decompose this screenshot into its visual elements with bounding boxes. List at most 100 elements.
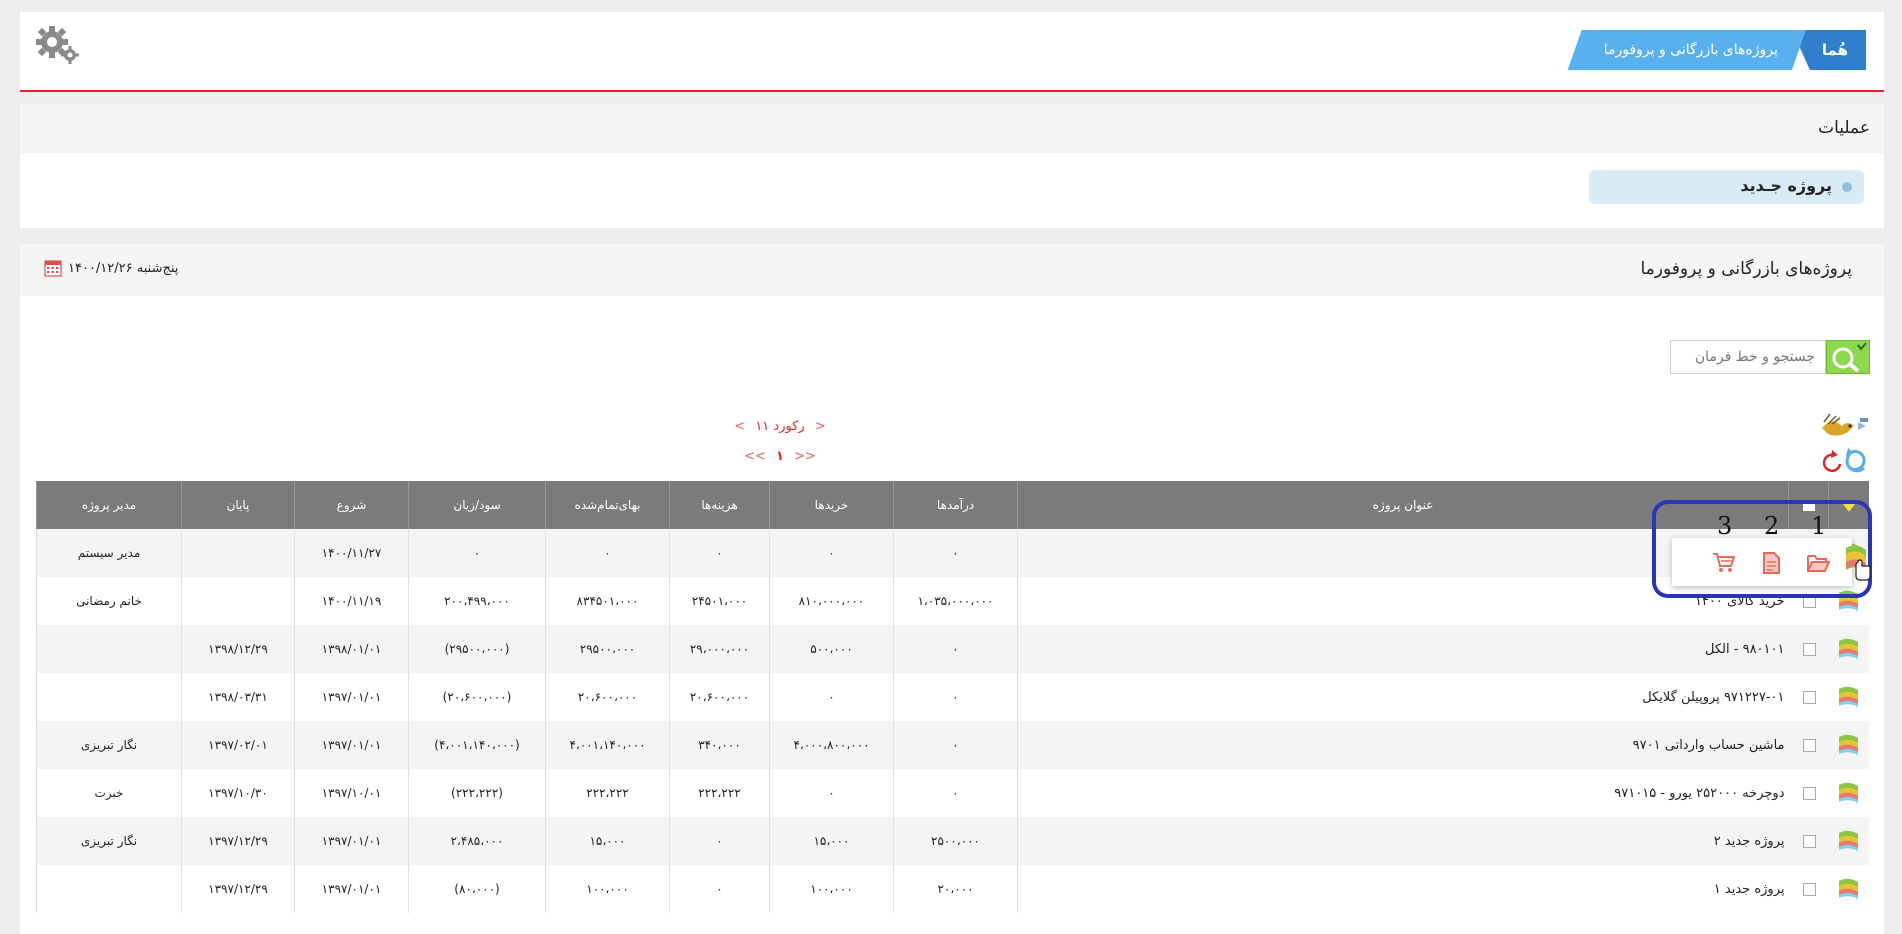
column-header-cost[interactable]: بهای‌تمام‌شده [545, 481, 670, 529]
row-checkbox[interactable] [1803, 643, 1816, 656]
projects-panel-header: پروژه‌های بازرگانی و پروفورما پنج‌شنبه ۱… [20, 244, 1884, 296]
cell-cost: ۲۹۵۰۰،۰۰۰ [545, 625, 670, 673]
cell-cost: ۱۵،۰۰۰ [545, 817, 670, 865]
row-icon-cell[interactable] [1828, 625, 1869, 673]
table-row[interactable]: ۹۸۰۱۰۱ - الکل ۰ ۵۰۰،۰۰۰ ۲۹،۰۰۰،۰۰۰ ۲۹۵۰۰،۰۰۰… [36, 625, 1869, 673]
cell-profit: ۲،۴۸۵،۰۰۰ [408, 817, 546, 865]
project-layers-icon[interactable] [1836, 732, 1862, 758]
pager-first[interactable]: << [744, 449, 766, 464]
pagination: < ۱۱ رکورد > << ۱ >> [720, 412, 840, 472]
new-project-button[interactable]: پروژه جـدید [1589, 170, 1864, 204]
row-icon-cell[interactable] [1828, 721, 1869, 769]
settings-gear-icon[interactable] [34, 24, 80, 64]
cell-expenses: ۰ [669, 865, 770, 913]
cell-purchases: ۸۱۰،۰۰۰،۰۰۰ [769, 577, 894, 625]
project-layers-icon[interactable] [1836, 684, 1862, 710]
search-bar [1670, 340, 1870, 374]
cell-cost: ۰ [545, 529, 670, 577]
row-icon-cell[interactable] [1828, 769, 1869, 817]
row-checkbox[interactable] [1803, 739, 1816, 752]
refresh-icon[interactable] [1818, 446, 1870, 476]
cell-title: دوچرخه ۲۵۲۰۰۰ یورو - ۹۷۱۰۱۵ [1017, 769, 1789, 817]
row-checkbox-cell[interactable] [1788, 673, 1829, 721]
cart-icon[interactable] [1712, 552, 1736, 574]
column-header-end[interactable]: پایان [181, 481, 295, 529]
cell-manager: نگار تبریزی [36, 817, 182, 865]
search-icon [1832, 342, 1867, 373]
table-row[interactable]: دوچرخه ۲۵۲۰۰۰ یورو - ۹۷۱۰۱۵ ۰ ۰ ۲۲۲،۲۲۲ ۲۲۲،… [36, 769, 1869, 817]
label-number-2: 2 [1764, 512, 1780, 540]
project-layers-icon[interactable] [1836, 828, 1862, 854]
calendar-icon[interactable] [44, 259, 62, 277]
pager-prev[interactable]: < [734, 419, 745, 434]
row-checkbox[interactable] [1803, 883, 1816, 896]
bullet-icon [1842, 182, 1852, 192]
current-page[interactable]: ۱ [776, 449, 784, 464]
row-checkbox-cell[interactable] [1788, 865, 1829, 913]
row-checkbox-cell[interactable] [1788, 817, 1829, 865]
table-row[interactable]: خرید کالای ۱۴۰۰ ۱،۰۳۵،۰۰۰،۰۰۰ ۸۱۰،۰۰۰،۰۰۰ ۲… [36, 577, 1869, 625]
row-checkbox-cell[interactable] [1788, 625, 1829, 673]
table-row[interactable]: پروژه جدید ۱ ۲۰،۰۰۰ ۱۰۰،۰۰۰ ۰ ۱۰۰،۰۰۰ (۸۰،۰۰۰… [36, 865, 1869, 913]
document-icon[interactable] [1759, 552, 1783, 574]
cell-end: ۱۳۹۷/۰۲/۰۱ [181, 721, 295, 769]
cell-profit: (۲۲۲،۲۲۲) [408, 769, 546, 817]
table-row[interactable]: ماشین حساب وارداتی ۹۷۰۱ ۰ ۴،۰۰۰،۸۰۰،۰۰۰ ۳۴۰… [36, 721, 1869, 769]
folder-open-icon[interactable] [1806, 552, 1830, 574]
cell-cost: ۲۰،۶۰۰،۰۰۰ [545, 673, 670, 721]
cell-title: ۹۷۱۲۲۷-۰۱ پروپیلن گلایکل [1017, 673, 1789, 721]
search-button[interactable] [1826, 340, 1870, 374]
column-header-profit[interactable]: سود/زیان [408, 481, 546, 529]
bird-icon[interactable] [1818, 412, 1870, 442]
cell-cost: ۴،۰۰۱،۱۴۰،۰۰۰ [545, 721, 670, 769]
column-header-manager[interactable]: مدیر پروژه [36, 481, 182, 529]
cell-end: ۱۳۹۷/۱۰/۳۰ [181, 769, 295, 817]
pager-next[interactable]: > [815, 419, 826, 434]
cell-profit: (۸۰،۰۰۰) [408, 865, 546, 913]
cell-start: ۱۳۹۷/۰۱/۰۱ [294, 721, 409, 769]
column-header-start[interactable]: شروع [294, 481, 409, 529]
row-checkbox-cell[interactable] [1788, 769, 1829, 817]
table-row[interactable]: پروژه جدید ۲ ۲۵۰۰،۰۰۰ ۱۵،۰۰۰ ۰ ۱۵،۰۰۰ ۲،۴۸۵،۰… [36, 817, 1869, 865]
cell-expenses: ۲۰،۶۰۰،۰۰۰ [669, 673, 770, 721]
cell-start: ۱۳۹۸/۰۱/۰۱ [294, 625, 409, 673]
cell-profit: (۲۹۵۰۰،۰۰۰) [408, 625, 546, 673]
cell-expenses: ۳۴۰،۰۰۰ [669, 721, 770, 769]
row-checkbox[interactable] [1803, 787, 1816, 800]
projects-table: عنوان پروژه درآمدها خریدها هزینه‌ها بهای… [36, 481, 1869, 913]
project-layers-icon[interactable] [1836, 876, 1862, 902]
cell-manager: مدیر سیستم [36, 529, 182, 577]
row-icon-cell[interactable] [1828, 865, 1869, 913]
cell-end: ۱۳۹۸/۰۳/۳۱ [181, 673, 295, 721]
row-checkbox[interactable] [1803, 691, 1816, 704]
cell-expenses: ۰ [669, 817, 770, 865]
cell-start: ۱۳۹۷/۱۰/۰۱ [294, 769, 409, 817]
row-icon-cell[interactable] [1828, 673, 1869, 721]
column-header-purchases[interactable]: خریدها [769, 481, 894, 529]
cell-title: پروژه جدید ۲ [1017, 817, 1789, 865]
date-text: پنج‌شنبه ۱۴۰۰/۱۲/۲۶ [68, 260, 179, 276]
search-input[interactable] [1670, 340, 1826, 374]
cell-cost: ۱۰۰،۰۰۰ [545, 865, 670, 913]
column-header-income[interactable]: درآمدها [893, 481, 1018, 529]
cell-title: پروژه جدید ۱ [1017, 865, 1789, 913]
label-number-3: 3 [1717, 512, 1733, 540]
cell-purchases: ۰ [769, 673, 894, 721]
top-header: هُما پروژه‌های بازرگانی و پروفورما [20, 12, 1884, 92]
cell-income: ۰ [893, 673, 1018, 721]
row-icon-cell[interactable] [1828, 817, 1869, 865]
breadcrumb-current-page[interactable]: پروژه‌های بازرگانی و پروفورما [1568, 30, 1806, 70]
table-row[interactable]: ۰ ۰ ۰ ۰ ۰ ۱۴۰۰/۱۱/۲۷ مدیر سیستم [36, 529, 1869, 577]
row-checkbox[interactable] [1803, 835, 1816, 848]
project-layers-icon[interactable] [1842, 542, 1872, 582]
cell-purchases: ۴،۰۰۰،۸۰۰،۰۰۰ [769, 721, 894, 769]
cell-manager: نگار تبریزی [36, 721, 182, 769]
table-row[interactable]: ۹۷۱۲۲۷-۰۱ پروپیلن گلایکل ۰ ۰ ۲۰،۶۰۰،۰۰۰ ۲۰،۶… [36, 673, 1869, 721]
pager-last[interactable]: >> [794, 449, 816, 464]
cell-income: ۲۰،۰۰۰ [893, 865, 1018, 913]
project-layers-icon[interactable] [1836, 636, 1862, 662]
cell-cost: ۸۳۴۵۰۱،۰۰۰ [545, 577, 670, 625]
project-layers-icon[interactable] [1836, 780, 1862, 806]
row-checkbox-cell[interactable] [1788, 721, 1829, 769]
column-header-expenses[interactable]: هزینه‌ها [669, 481, 770, 529]
